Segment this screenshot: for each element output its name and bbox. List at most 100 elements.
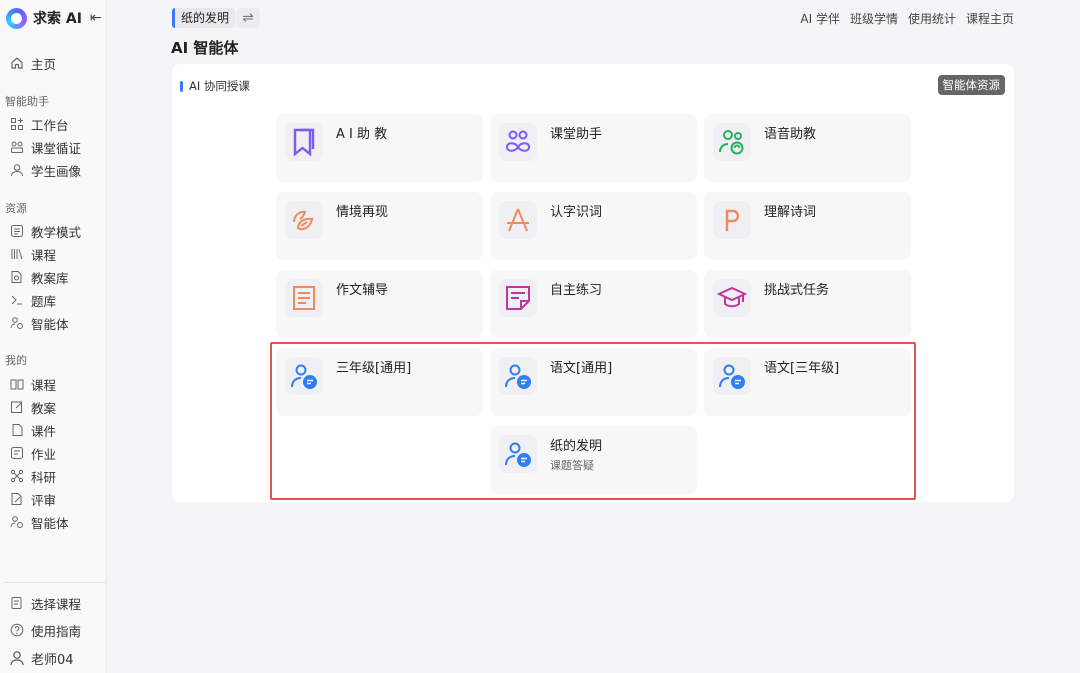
- user-chat-icon: [285, 357, 323, 395]
- top-nav: AI 学伴 班级学情 使用统计 课程主页: [800, 10, 1014, 27]
- sidebar-item-question-bank[interactable]: 题库: [9, 290, 56, 310]
- open-book-icon: [9, 376, 25, 392]
- sidebar-item-label: 作业: [31, 446, 57, 462]
- sidebar-item-label: 学生画像: [31, 163, 82, 179]
- leaf-icon: [285, 201, 323, 239]
- select-course-label: 选择课程: [31, 596, 82, 612]
- sidebar-divider: [4, 582, 106, 583]
- page-title: AI 智能体: [171, 39, 239, 57]
- sidebar-item-label: 教案: [31, 400, 57, 416]
- review-icon: [9, 491, 25, 507]
- sidebar-item-label: 智能体: [31, 316, 69, 332]
- top-link-class-analytics[interactable]: 班级学情: [850, 10, 898, 27]
- top-link-course-home[interactable]: 课程主页: [966, 10, 1014, 27]
- agent-card-ai-assistant[interactable]: A I 助 教: [276, 114, 483, 182]
- guide-label: 使用指南: [31, 623, 82, 639]
- user-profile[interactable]: 老师04: [9, 648, 74, 668]
- agent-card-scenario[interactable]: 情境再现: [276, 192, 483, 260]
- agent-card-title: 自主练习: [550, 283, 603, 298]
- sidebar-item-my-agents[interactable]: 智能体: [9, 512, 69, 532]
- sidebar-item-research[interactable]: 科研: [9, 466, 56, 486]
- document-icon: [285, 279, 323, 317]
- sidebar-item-label: 课程: [31, 377, 57, 393]
- sidebar-item-student-profile[interactable]: 学生画像: [9, 160, 81, 180]
- agent-card-chinese-grade3[interactable]: 语文[三年级]: [704, 348, 911, 416]
- sidebar-item-review[interactable]: 评审: [9, 489, 56, 509]
- sidebar-item-label: 教案库: [31, 270, 69, 286]
- agent-icon: [9, 514, 25, 530]
- agent-card-challenge-task[interactable]: 挑战式任务: [704, 270, 911, 338]
- select-course-button[interactable]: 选择课程: [9, 593, 81, 613]
- brand: 求索 AI ⇤: [6, 6, 106, 30]
- guide-button[interactable]: 使用指南: [9, 620, 81, 640]
- homework-icon: [9, 445, 25, 461]
- network-icon: [9, 468, 25, 484]
- agent-card-self-practice[interactable]: 自主练习: [490, 270, 697, 338]
- agent-card-title: 情境再现: [336, 205, 389, 220]
- agent-card-title: 认字识词: [550, 205, 603, 220]
- books-icon: [9, 246, 25, 262]
- note-icon: [499, 279, 537, 317]
- agent-card-title: 作文辅导: [336, 283, 389, 298]
- panel-heading-text: AI 协同授课: [189, 79, 250, 93]
- panel-heading: AI 协同授课: [180, 78, 250, 94]
- agent-resources-button[interactable]: 智能体资源: [937, 75, 1005, 95]
- current-course-tag[interactable]: 纸的发明: [172, 8, 236, 28]
- section-label-mine: 我的: [5, 354, 27, 367]
- heading-accent: [180, 80, 183, 92]
- collapse-sidebar-icon[interactable]: ⇤: [90, 10, 102, 26]
- user-name: 老师04: [31, 652, 74, 668]
- agent-card-chinese-general[interactable]: 语文[通用]: [490, 348, 697, 416]
- letter-a-icon: [499, 201, 537, 239]
- agent-card-paper-invention[interactable]: 纸的发明 课题答疑: [490, 426, 697, 494]
- agent-card-title: 语文[三年级]: [764, 361, 840, 376]
- top-link-ai-companion[interactable]: AI 学伴: [800, 10, 840, 27]
- agent-card-poetry[interactable]: 理解诗词: [704, 192, 911, 260]
- sidebar-item-lesson-library[interactable]: 教案库: [9, 267, 69, 287]
- section-label-resources: 资源: [5, 202, 27, 215]
- sidebar-item-classroom-evidence[interactable]: 课堂循证: [9, 137, 81, 157]
- sidebar-item-label: 评审: [31, 492, 57, 508]
- switch-course-button[interactable]: ⇌: [236, 8, 260, 28]
- sidebar-item-workbench[interactable]: 工作台: [9, 114, 69, 134]
- sidebar-item-teaching-mode[interactable]: 教学模式: [9, 221, 81, 241]
- ppt-icon: [9, 422, 25, 438]
- agent-card-subtitle: 课题答疑: [550, 459, 594, 472]
- sidebar: 求索 AI ⇤ 主页 智能助手 工作台 课堂循证 学生画像 资源 教学模式 课程…: [0, 0, 107, 673]
- agent-card-grade3-general[interactable]: 三年级[通用]: [276, 348, 483, 416]
- sidebar-item-my-homework[interactable]: 作业: [9, 443, 56, 463]
- agent-card-classroom-assistant[interactable]: 课堂助手: [490, 114, 697, 182]
- select-course-icon: [9, 595, 25, 611]
- sidebar-item-label: 课程: [31, 247, 57, 263]
- top-link-usage-stats[interactable]: 使用统计: [908, 10, 956, 27]
- section-label-assistant: 智能助手: [5, 95, 49, 108]
- sidebar-item-label: 课堂循证: [31, 140, 82, 156]
- sidebar-item-label: 科研: [31, 469, 57, 485]
- sidebar-item-my-lessons[interactable]: 教案: [9, 397, 56, 417]
- help-icon: [9, 622, 25, 638]
- graduation-cap-icon: [713, 279, 751, 317]
- agent-card-title: 挑战式任务: [764, 283, 830, 298]
- agent-icon: [9, 315, 25, 331]
- edit-icon: [9, 399, 25, 415]
- list-icon: [9, 223, 25, 239]
- sidebar-item-my-slides[interactable]: 课件: [9, 420, 56, 440]
- agent-card-characters[interactable]: 认字识词: [490, 192, 697, 260]
- agent-card-composition[interactable]: 作文辅导: [276, 270, 483, 338]
- agent-card-title: A I 助 教: [336, 127, 388, 142]
- user-icon: [9, 162, 25, 178]
- agent-card-voice-assistant[interactable]: 语音助教: [704, 114, 911, 182]
- letter-p-icon: [713, 201, 751, 239]
- agents-panel: AI 协同授课 智能体资源 A I 助 教 课堂助手 语音助教 情境再现 认字识…: [172, 64, 1014, 502]
- user-avatar-icon: [9, 650, 25, 666]
- question-icon: [9, 292, 25, 308]
- app-name: 求索 AI: [33, 11, 82, 27]
- sidebar-item-agents-resource[interactable]: 智能体: [9, 313, 69, 333]
- sidebar-item-home[interactable]: 主页: [9, 53, 56, 73]
- group-icon: [9, 139, 25, 155]
- sidebar-item-courses[interactable]: 课程: [9, 244, 56, 264]
- sidebar-item-my-courses[interactable]: 课程: [9, 374, 56, 394]
- sidebar-item-label: 主页: [31, 56, 57, 72]
- logo-icon: [6, 7, 27, 29]
- user-chat-icon: [499, 357, 537, 395]
